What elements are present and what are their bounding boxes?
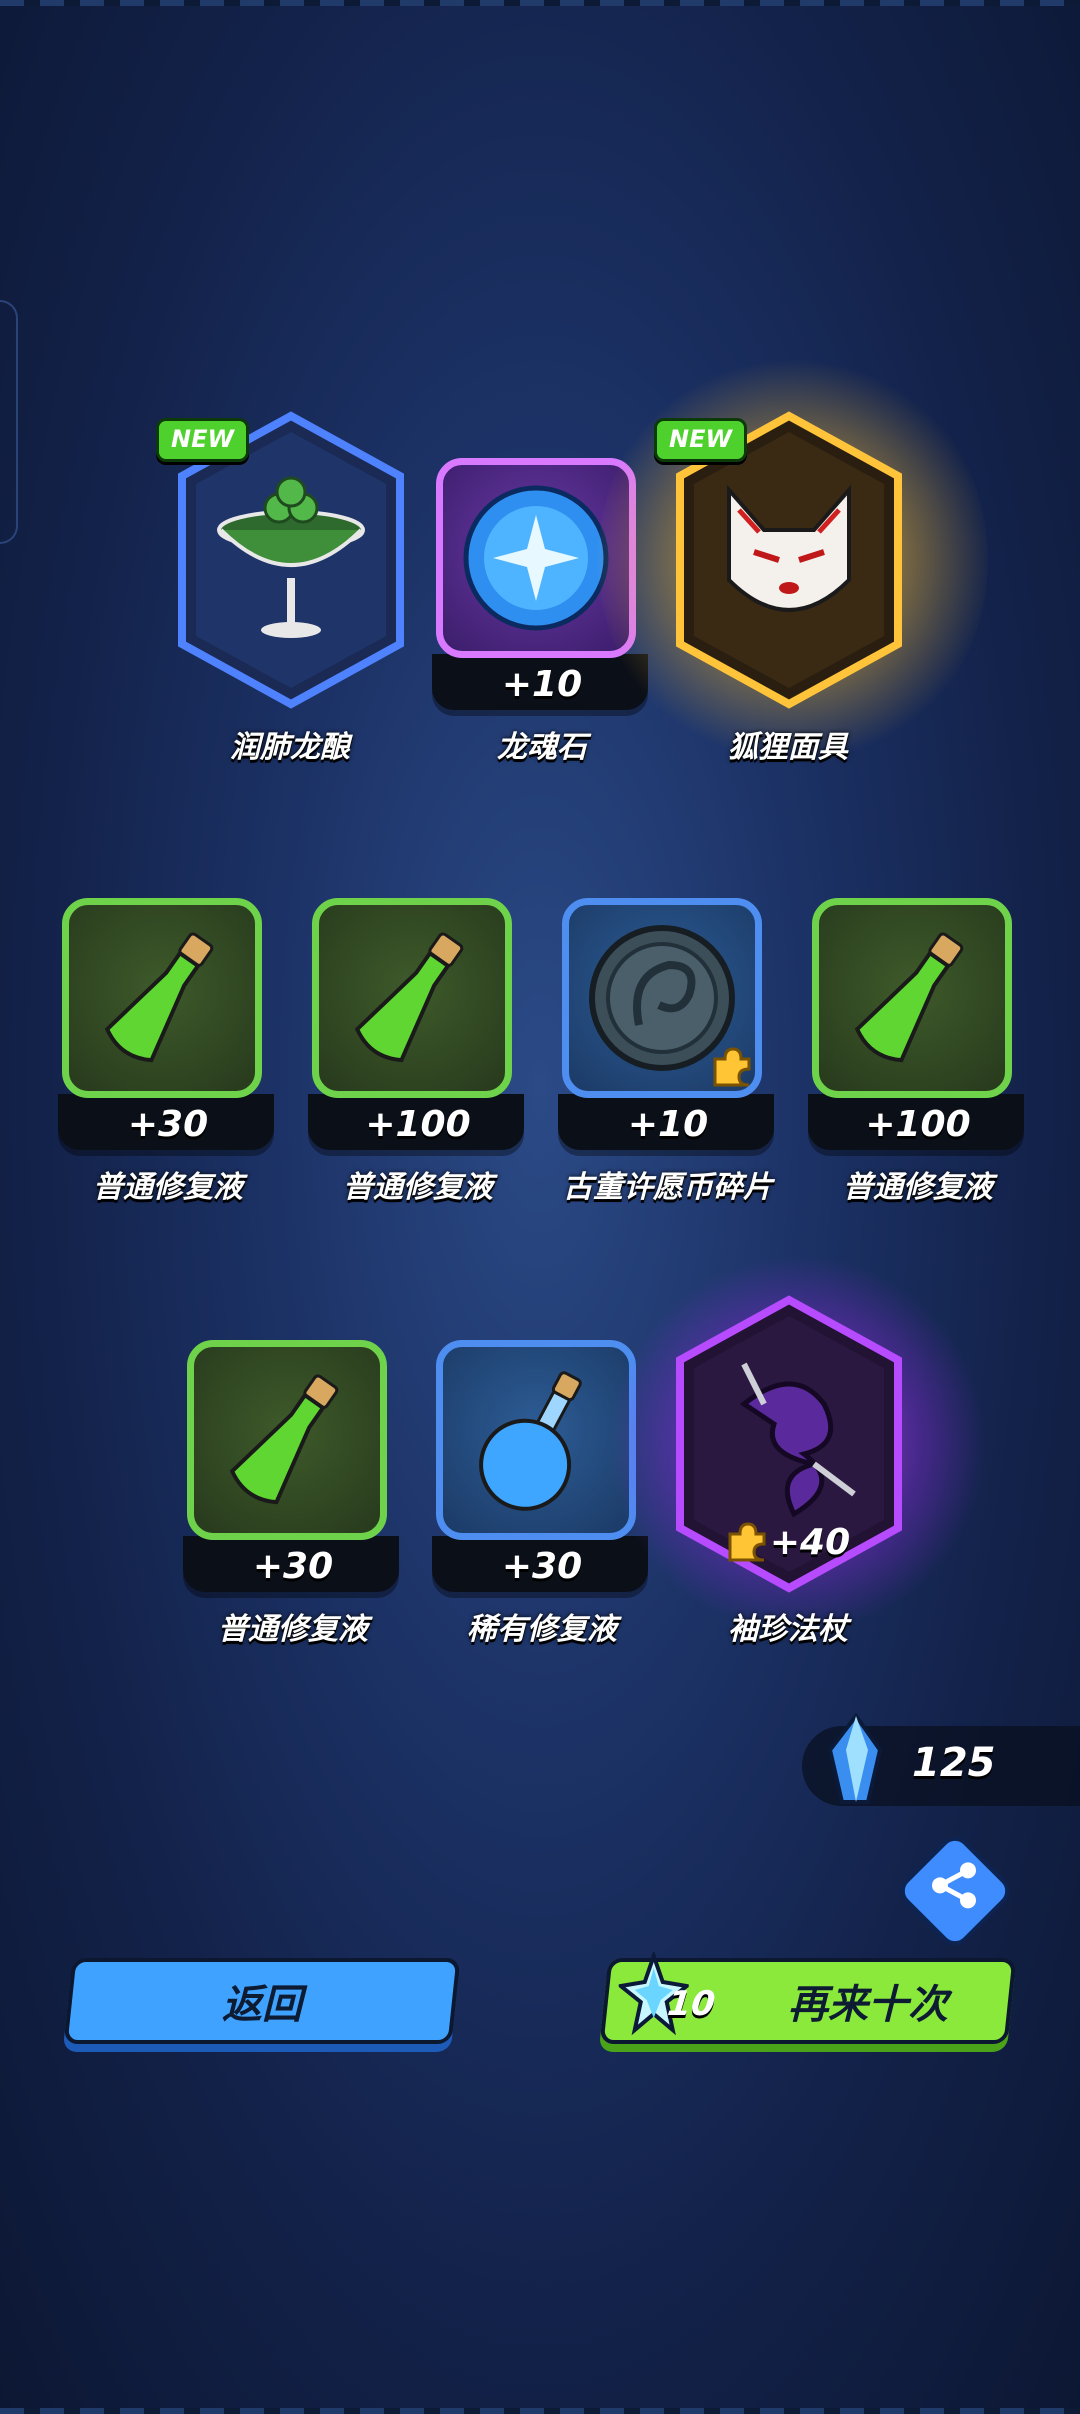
fox-mask-icon xyxy=(727,484,851,612)
crystal-currency-display: 125 xyxy=(802,1712,1080,1806)
green-frame xyxy=(62,898,262,1098)
reward-item-common-repair-liquid[interactable]: +30 普通修复液 xyxy=(58,898,278,1210)
reward-item-antique-coin-fragment[interactable]: +10 古董许愿币碎片 xyxy=(558,898,778,1210)
top-edge xyxy=(0,0,1080,6)
item-name: 普通修复液 xyxy=(93,1170,243,1205)
item-quantity: +30 xyxy=(127,1104,209,1145)
item-quantity: +30 xyxy=(252,1546,334,1587)
reward-item-fox-mask[interactable]: NEW 狐狸面具 xyxy=(598,350,988,770)
reward-item-common-repair-liquid[interactable]: +30 普通修复液 xyxy=(183,1340,403,1652)
green-potion-icon xyxy=(854,932,964,1063)
item-quantity: +10 xyxy=(627,1104,709,1145)
bottom-edge xyxy=(0,2408,1080,2414)
item-name: 狐狸面具 xyxy=(728,730,848,765)
item-name: 普通修复液 xyxy=(218,1612,368,1647)
item-name: 古董许愿币碎片 xyxy=(563,1170,773,1205)
item-quantity: +10 xyxy=(501,664,583,705)
dark-staff-icon xyxy=(739,1362,856,1518)
green-frame xyxy=(187,1340,387,1540)
reward-item-dragon-brew[interactable]: NEW 润肺龙酿 xyxy=(156,410,404,770)
share-button[interactable] xyxy=(894,1830,1016,1952)
green-potion-icon xyxy=(104,932,214,1063)
back-button-label: 返回 xyxy=(222,1982,302,2028)
item-name: 普通修复液 xyxy=(343,1170,493,1205)
side-handle[interactable] xyxy=(0,300,18,544)
item-quantity: +30 xyxy=(501,1546,583,1587)
blue-frame xyxy=(562,898,762,1098)
item-name: 普通修复液 xyxy=(843,1170,993,1205)
blue-potion-icon xyxy=(479,1371,582,1511)
reward-item-common-repair-liquid[interactable]: +100 普通修复液 xyxy=(308,898,528,1210)
item-name: 稀有修复液 xyxy=(467,1612,617,1647)
reward-item-pocket-staff[interactable]: +40 袖珍法杖 xyxy=(608,1254,988,1652)
green-potion-icon xyxy=(229,1374,339,1505)
draw-ten-again-label: 再来十次 xyxy=(788,1982,948,2028)
item-quantity: +40 xyxy=(769,1522,851,1563)
puzzle-piece-icon xyxy=(728,1522,766,1562)
item-quantity: +100 xyxy=(865,1104,971,1145)
reward-item-common-repair-liquid[interactable]: +100 普通修复液 xyxy=(808,898,1028,1210)
crystal-icon xyxy=(827,1712,883,1804)
item-name: 龙魂石 xyxy=(497,730,587,765)
green-potion-icon xyxy=(354,932,464,1063)
new-badge: NEW xyxy=(156,418,249,462)
item-name: 润肺龙酿 xyxy=(230,730,350,765)
back-button[interactable]: 返回 xyxy=(63,1958,461,2044)
puzzle-piece-icon xyxy=(713,1047,751,1087)
crystal-amount: 125 xyxy=(912,1740,996,1786)
green-frame xyxy=(812,898,1012,1098)
share-icon xyxy=(932,1862,976,1909)
item-name: 袖珍法杖 xyxy=(728,1612,848,1647)
draw-cost: 10 xyxy=(665,1984,718,2024)
new-badge: NEW xyxy=(654,418,747,462)
draw-ten-again-button[interactable]: 10 再来十次 xyxy=(599,1952,1017,2044)
item-quantity: +100 xyxy=(365,1104,471,1145)
green-frame xyxy=(312,898,512,1098)
blue-frame xyxy=(436,1340,636,1540)
cocktail-icon xyxy=(217,476,365,638)
